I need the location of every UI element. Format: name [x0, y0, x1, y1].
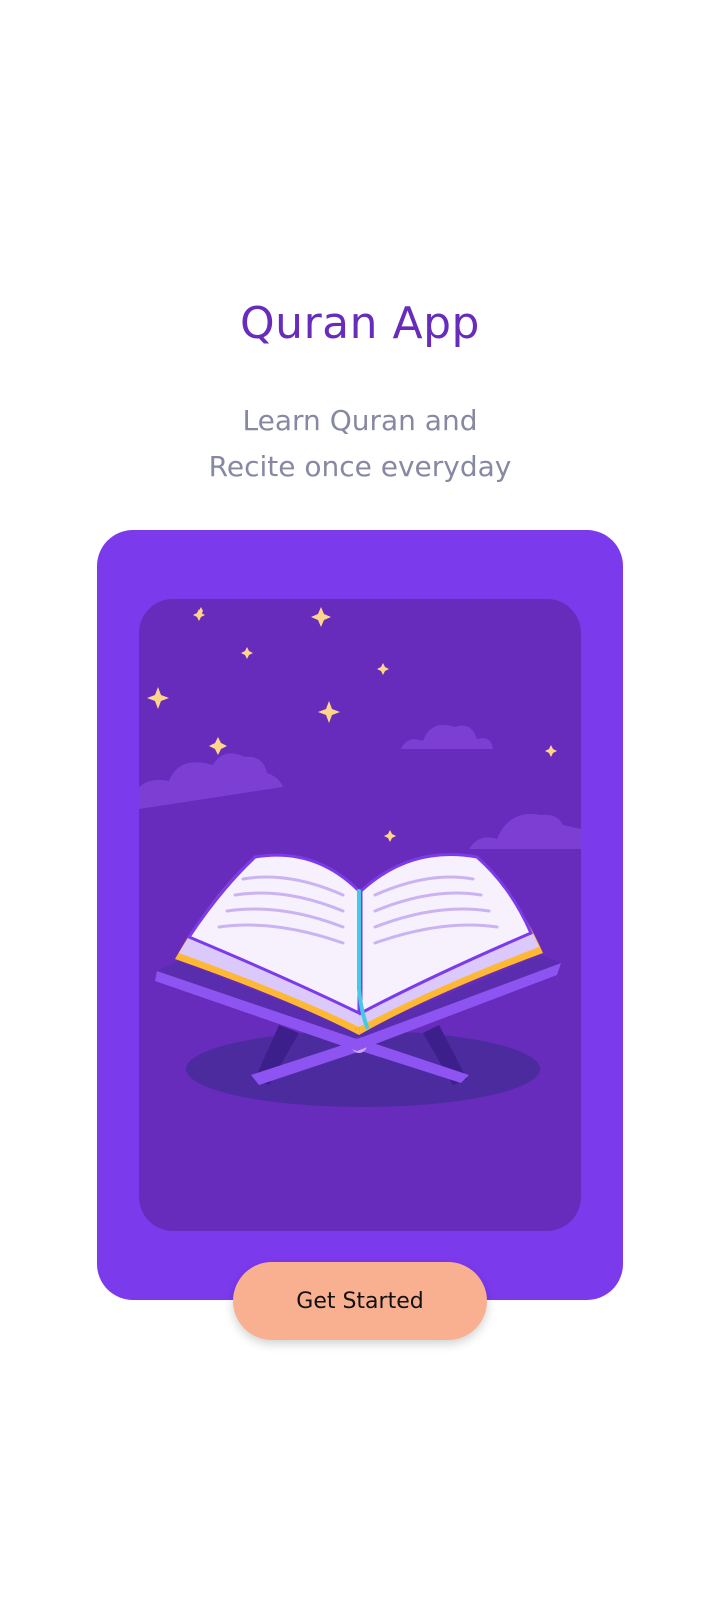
app-title: Quran App — [240, 298, 480, 349]
subtitle-line-1: Learn Quran and — [242, 404, 478, 437]
app-subtitle: Learn Quran and Recite once everyday — [0, 398, 720, 490]
get-started-button[interactable]: Get Started — [233, 1262, 487, 1340]
subtitle-line-2: Recite once everyday — [208, 450, 512, 483]
quran-illustration — [139, 599, 581, 1231]
